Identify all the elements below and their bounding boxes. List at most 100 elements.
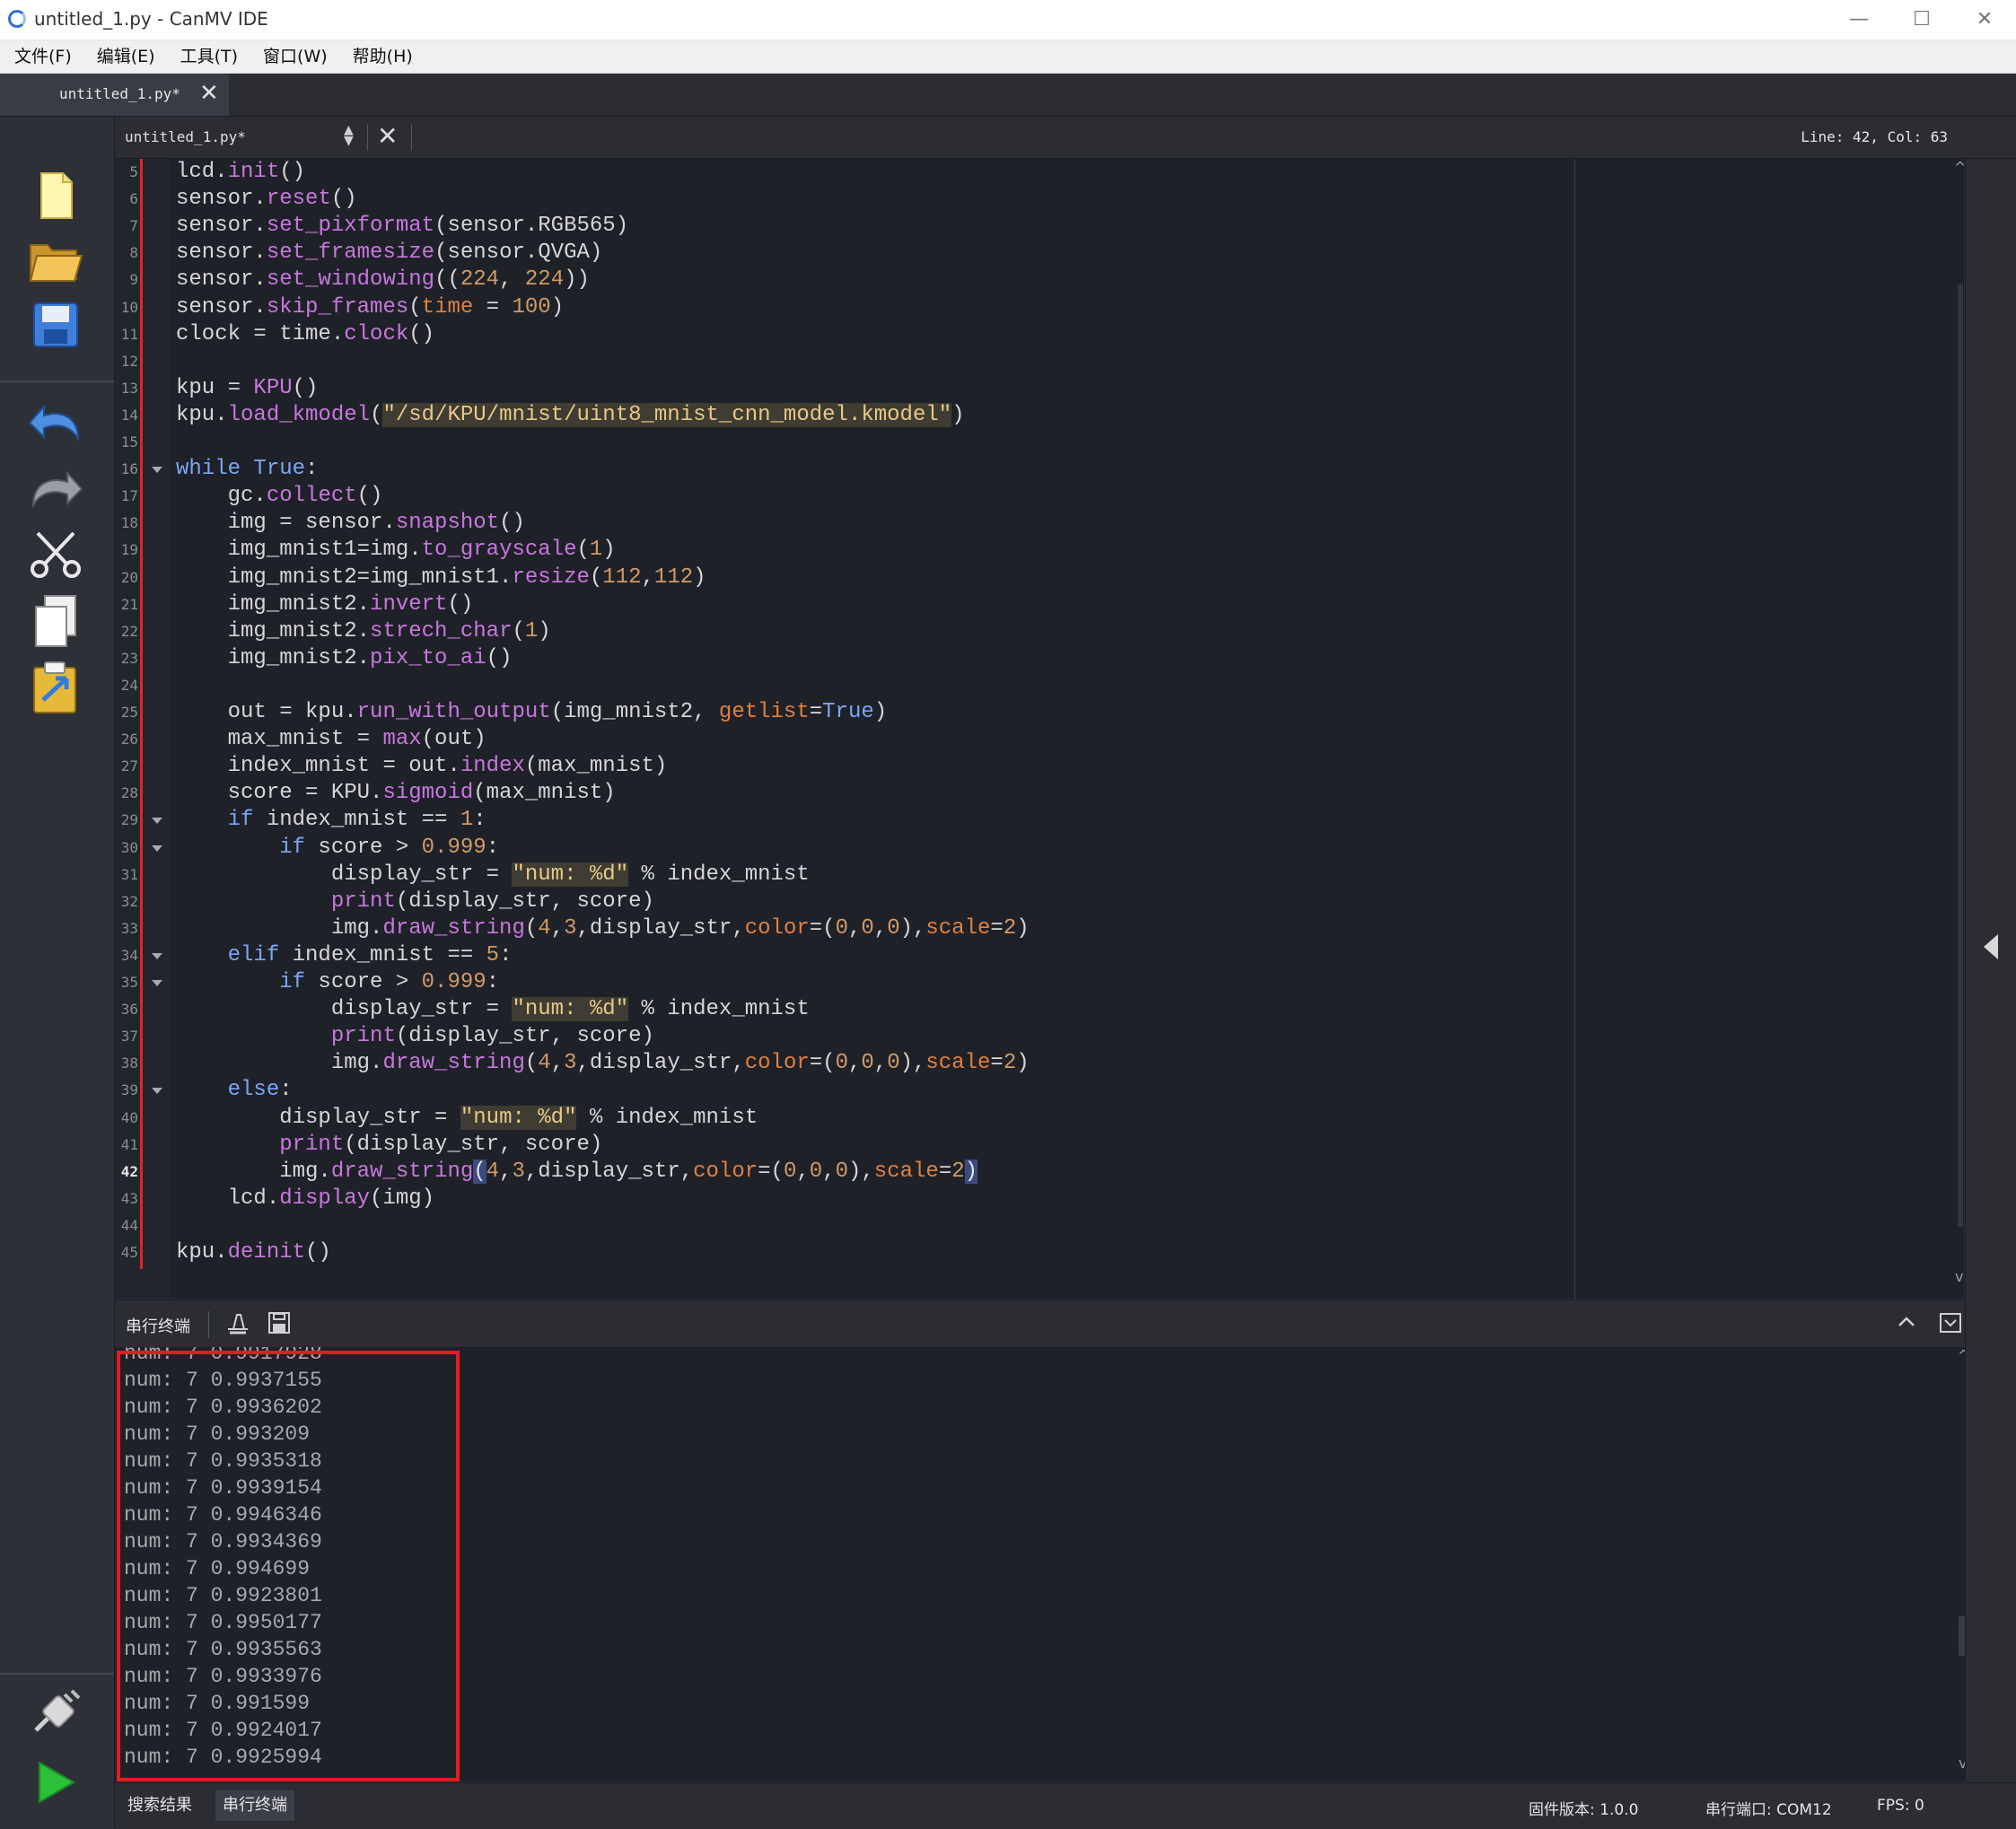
code-line[interactable]: print(display_str, score) [176, 1132, 602, 1159]
connect-icon[interactable] [25, 1684, 86, 1741]
code-line[interactable]: elif index_mnist == 5: [176, 942, 513, 969]
firmware-version: 固件版本: 1.0.0 [1529, 1801, 1639, 1819]
highlight-box [117, 1351, 460, 1781]
fold-arrow-icon[interactable] [152, 467, 162, 474]
code-line[interactable]: img_mnist2.strech_char(1) [176, 618, 551, 645]
line-number: 12 [120, 352, 138, 370]
file-selector[interactable]: untitled_1.py* [125, 128, 246, 145]
fold-arrow-icon[interactable] [152, 818, 162, 825]
fps-readout: FPS: 0 [1877, 1797, 1924, 1815]
code-line[interactable]: while True: [176, 456, 318, 483]
code-line[interactable]: img_mnist2.pix_to_ai() [176, 645, 513, 672]
code-line[interactable]: index_mnist = out.index(max_mnist) [176, 753, 668, 780]
line-number: 38 [120, 1055, 138, 1072]
code-line[interactable]: img.draw_string(4,3,display_str,color=(0… [176, 915, 1030, 942]
menu-window[interactable]: 窗口(W) [249, 40, 338, 73]
close-tab-icon[interactable]: ✕ [199, 81, 219, 106]
code-line[interactable]: display_str = "num: %d" % index_mnist [176, 996, 810, 1023]
maximize-panel-icon[interactable] [1896, 1311, 1917, 1336]
file-selector-arrows-icon[interactable]: ▲ ▼ [344, 124, 354, 147]
serial-terminal-output[interactable]: num: 7 0.9917928 num: 7 0.9937155 num: 7 0… [115, 1347, 1965, 1781]
line-number: 8 [129, 244, 138, 262]
save-icon[interactable] [25, 296, 86, 354]
clear-terminal-icon[interactable] [224, 1309, 251, 1340]
run-icon[interactable] [25, 1754, 86, 1811]
code-line[interactable]: if index_mnist == 1: [176, 807, 486, 834]
code-line[interactable]: sensor.set_framesize(sensor.QVGA) [176, 240, 602, 267]
line-number: 18 [120, 514, 138, 532]
code-line[interactable]: if score > 0.999: [176, 835, 499, 862]
code-line[interactable]: img.draw_string(4,3,display_str,color=(0… [176, 1159, 978, 1186]
close-editor-icon[interactable]: ✕ [377, 122, 398, 151]
code-line[interactable]: kpu.load_kmodel("/sd/KPU/mnist/uint8_mni… [176, 402, 965, 429]
menu-tools[interactable]: 工具(T) [166, 40, 249, 73]
close-window-button[interactable]: ✕ [1953, 0, 2016, 39]
line-number: 15 [120, 433, 138, 451]
tab-search-results[interactable]: 搜索结果 [120, 1790, 199, 1821]
menu-bar: 文件(F) 编辑(E) 工具(T) 窗口(W) 帮助(H) [0, 40, 2016, 74]
maximize-button[interactable]: ☐ [1890, 0, 1953, 39]
code-line[interactable]: lcd.init() [176, 159, 305, 186]
cut-icon[interactable] [25, 526, 86, 583]
code-editor[interactable]: 5 6 7 8 9 10 11 12 13 14 15 16 17 18 19 20 21 22 23 24 25 26 2… [115, 159, 1964, 1299]
code-line[interactable]: out = kpu.run_with_output(img_mnist2, ge… [176, 699, 888, 726]
redo-icon[interactable] [25, 459, 86, 517]
code-line[interactable]: else: [176, 1077, 293, 1104]
line-number: 9 [129, 271, 138, 289]
code-line[interactable]: clock = time.clock() [176, 321, 434, 348]
expand-panel-icon[interactable] [1984, 934, 1998, 959]
line-number: 44 [120, 1216, 138, 1234]
code-line[interactable]: sensor.set_windowing((224, 224)) [176, 267, 590, 293]
fold-arrow-icon[interactable] [152, 980, 162, 986]
menu-file[interactable]: 文件(F) [0, 40, 83, 73]
document-tab[interactable]: untitled_1.py* ✕ [0, 74, 229, 116]
minimize-button[interactable]: — [1828, 0, 1890, 39]
code-line[interactable]: img = sensor.snapshot() [176, 510, 525, 537]
line-number: 34 [120, 946, 138, 964]
tab-serial-terminal[interactable]: 串行终端 [215, 1790, 294, 1821]
line-number: 36 [120, 1001, 138, 1019]
code-line[interactable]: kpu.deinit() [176, 1239, 331, 1266]
menu-edit[interactable]: 编辑(E) [83, 40, 166, 73]
line-number: 21 [120, 595, 138, 613]
code-line[interactable]: score = KPU.sigmoid(max_mnist) [176, 780, 616, 807]
code-line[interactable]: gc.collect() [176, 483, 383, 510]
left-toolbar [0, 117, 115, 1828]
open-folder-icon[interactable] [25, 232, 86, 289]
code-line[interactable]: img_mnist2.invert() [176, 591, 474, 618]
code-line[interactable]: print(display_str, score) [176, 1023, 654, 1050]
code-line[interactable]: img_mnist2=img_mnist1.resize(112,112) [176, 564, 706, 591]
fold-arrow-icon[interactable] [152, 952, 162, 959]
menu-help[interactable]: 帮助(H) [338, 40, 424, 73]
line-number: 26 [120, 731, 138, 748]
paste-icon[interactable] [25, 659, 86, 716]
copy-icon[interactable] [25, 592, 86, 650]
save-log-icon[interactable] [267, 1311, 291, 1338]
code-line[interactable]: lcd.display(img) [176, 1186, 434, 1212]
undo-icon[interactable] [25, 393, 86, 451]
line-number: 13 [120, 379, 138, 397]
code-line[interactable]: print(display_str, score) [176, 888, 654, 915]
hide-panel-icon[interactable] [1939, 1311, 1962, 1338]
code-line[interactable]: img_mnist1=img.to_grayscale(1) [176, 537, 616, 564]
line-number: 11 [120, 325, 138, 343]
code-line[interactable]: sensor.reset() [176, 186, 357, 213]
code-line[interactable]: display_str = "num: %d" % index_mnist [176, 862, 810, 888]
fold-arrow-icon[interactable] [152, 1088, 162, 1095]
cursor-position: Line: 42, Col: 63 [1801, 128, 1948, 145]
code-line[interactable]: if score > 0.999: [176, 969, 499, 996]
line-number: 19 [120, 541, 138, 559]
code-line[interactable]: img.draw_string(4,3,display_str,color=(0… [176, 1050, 1030, 1077]
code-line[interactable]: display_str = "num: %d" % index_mnist [176, 1105, 758, 1132]
code-line[interactable]: sensor.skip_frames(time = 100) [176, 294, 564, 321]
side-panel-collapsed [1965, 159, 2016, 1781]
line-number: 7 [129, 217, 138, 235]
line-number: 33 [120, 919, 138, 937]
code-line[interactable]: max_mnist = max(out) [176, 726, 486, 753]
title-bar: untitled_1.py - CanMV IDE — ☐ ✕ [0, 0, 2016, 40]
fold-arrow-icon[interactable] [152, 844, 162, 852]
editor-scrollbar[interactable]: ^ v [1954, 159, 1964, 1299]
new-file-icon[interactable] [25, 167, 86, 224]
code-line[interactable]: kpu = KPU() [176, 375, 318, 402]
code-line[interactable]: sensor.set_pixformat(sensor.RGB565) [176, 213, 628, 240]
